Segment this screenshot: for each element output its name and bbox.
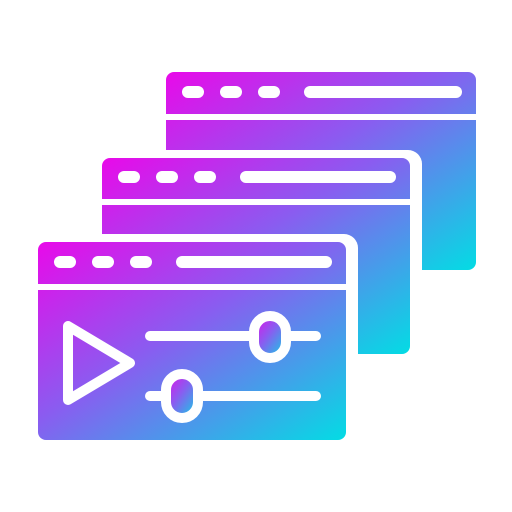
address-bar: [304, 86, 462, 98]
window-dot-icon: [118, 171, 140, 183]
front-window: [30, 234, 358, 448]
slider-knob: [161, 369, 203, 423]
window-dot-icon: [182, 86, 204, 98]
address-bar: [176, 256, 332, 268]
slider-knob: [249, 311, 291, 363]
middle-window-divider: [102, 199, 410, 205]
window-dot-icon: [54, 256, 76, 268]
window-dot-icon: [130, 256, 152, 268]
stacked-media-player-windows-icon: [30, 72, 476, 448]
window-dot-icon: [92, 256, 114, 268]
window-dot-icon: [258, 86, 280, 98]
icon-canvas: [0, 0, 512, 512]
window-dot-icon: [194, 171, 216, 183]
back-window-divider: [166, 114, 476, 120]
address-bar: [240, 171, 396, 183]
front-window-divider: [38, 284, 346, 290]
window-dot-icon: [156, 171, 178, 183]
window-dot-icon: [220, 86, 242, 98]
